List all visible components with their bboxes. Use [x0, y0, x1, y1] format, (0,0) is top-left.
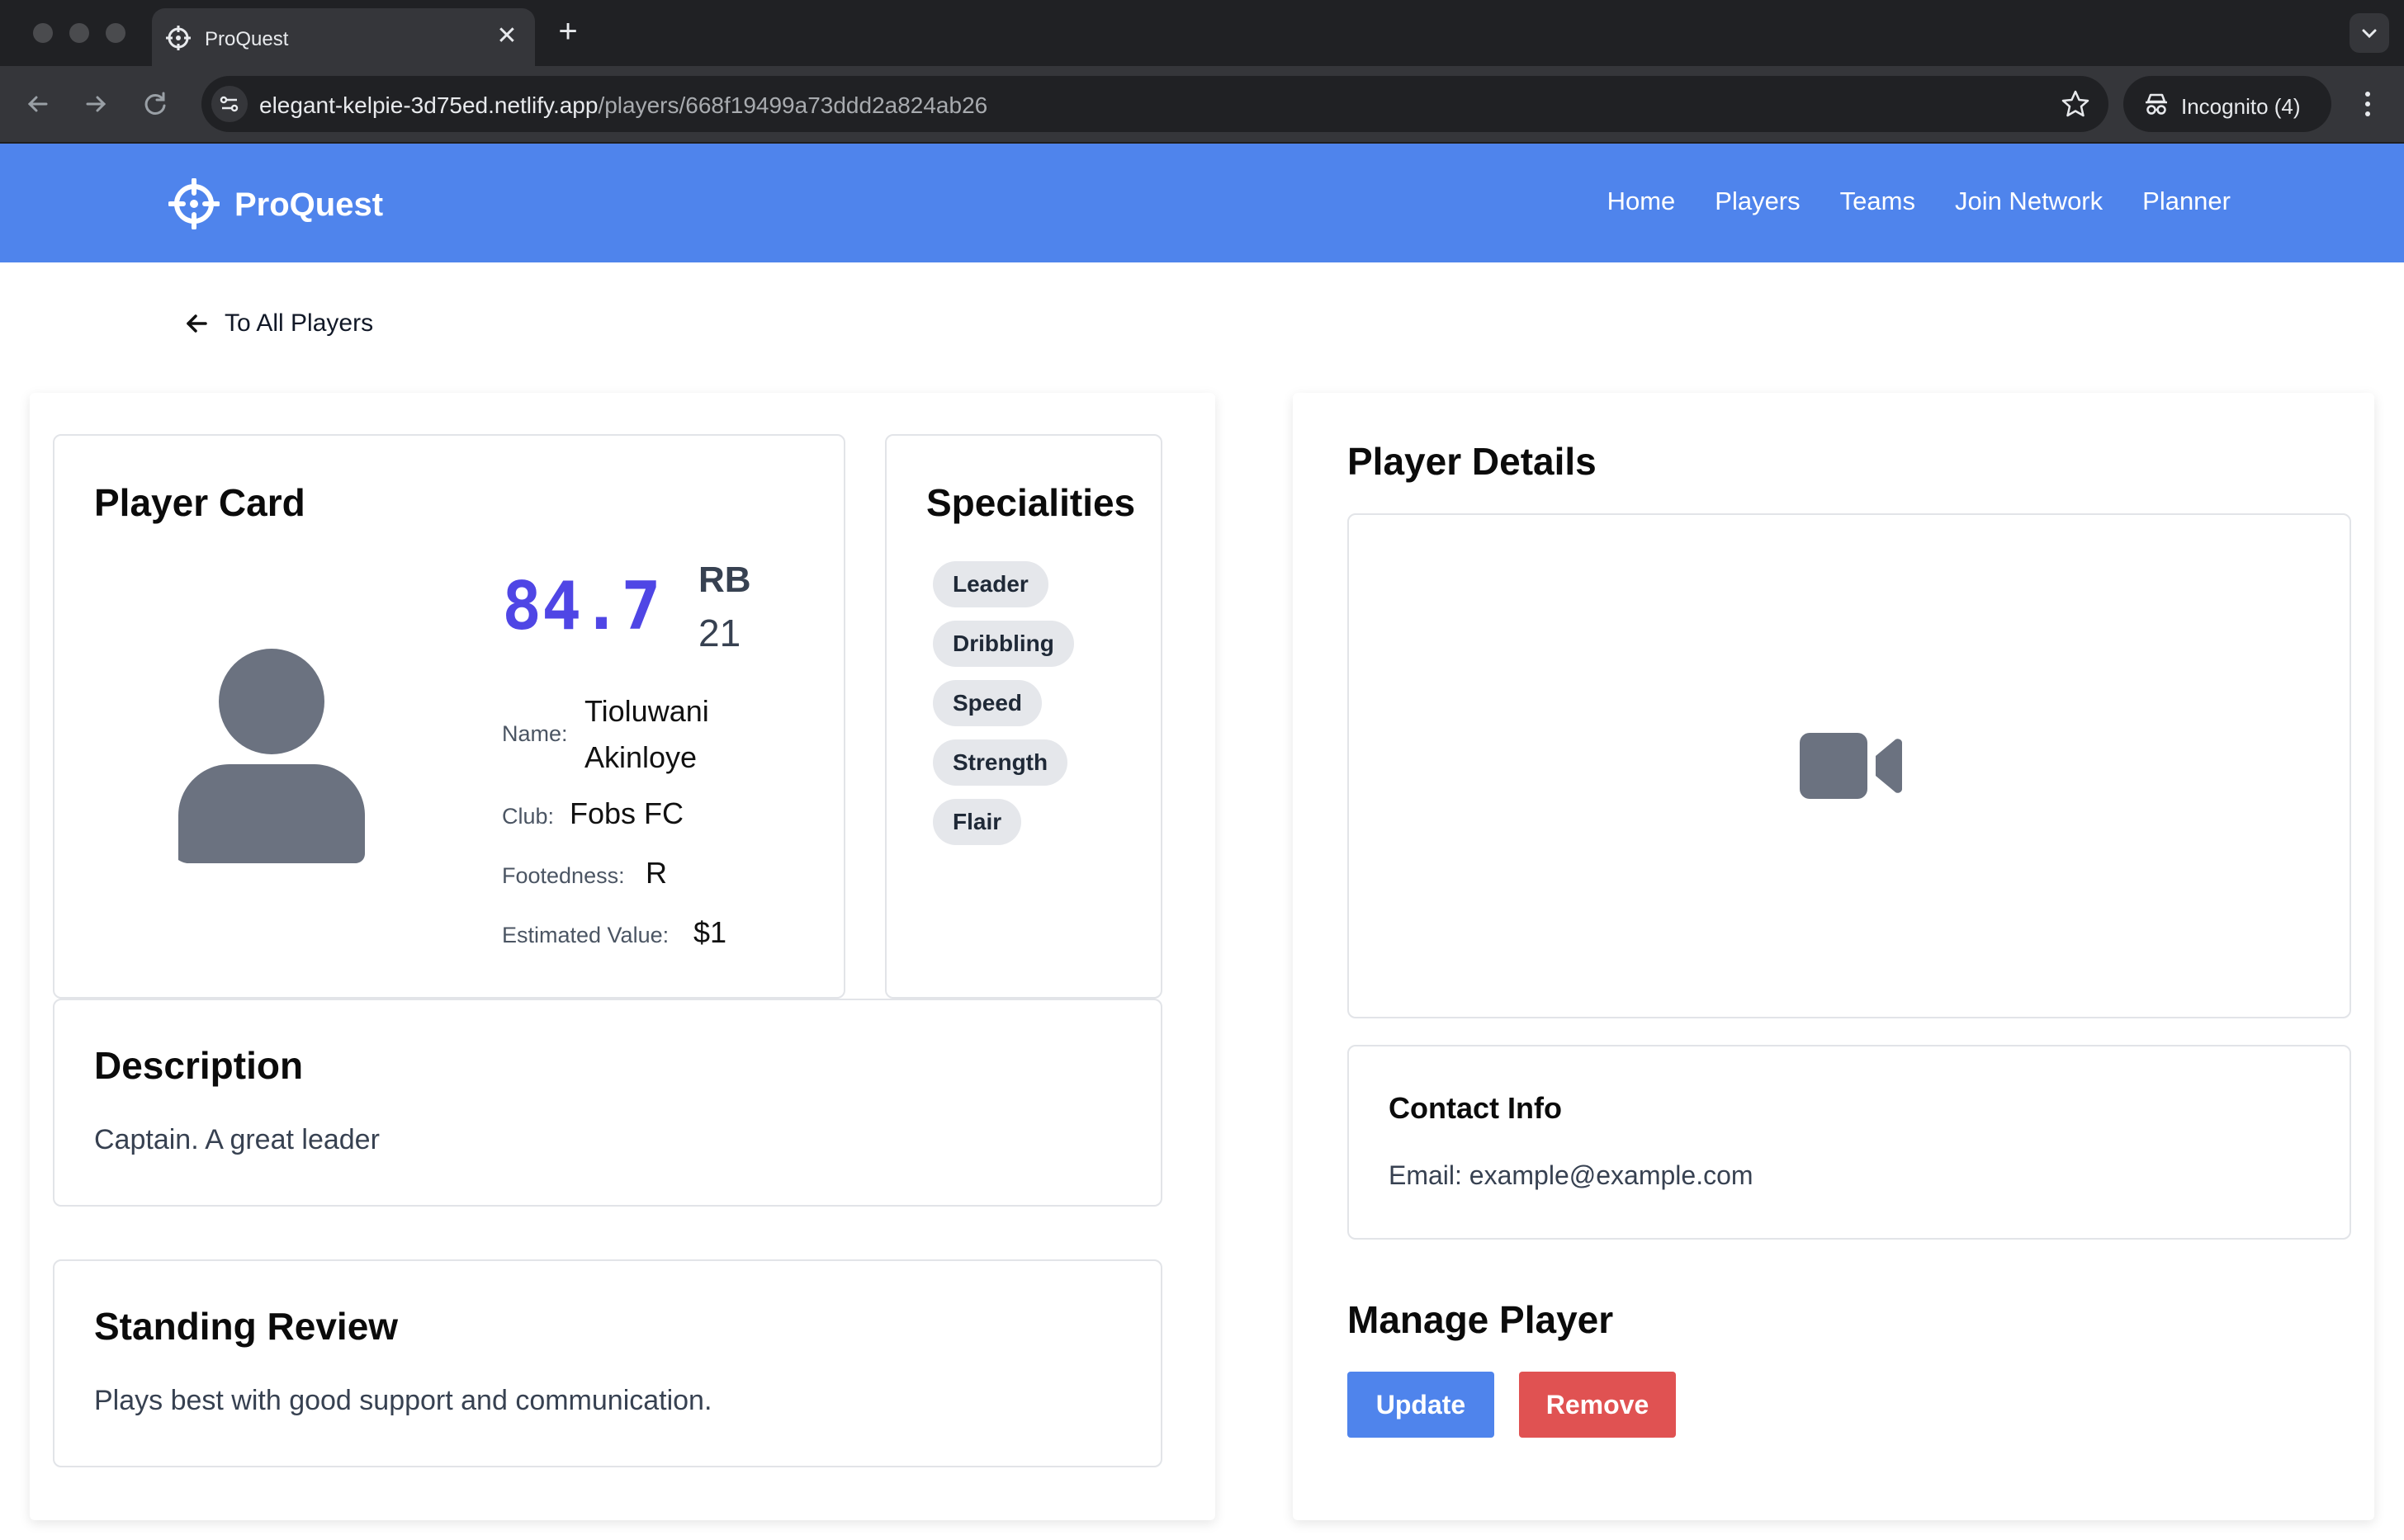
browser-tab[interactable]: ProQuest ✕	[152, 8, 535, 66]
bookmark-star-icon[interactable]	[2059, 87, 2092, 120]
browser-toolbar: elegant-kelpie-3d75ed.netlify.app/player…	[0, 66, 2404, 144]
remove-button[interactable]: Remove	[1519, 1372, 1676, 1438]
update-button[interactable]: Update	[1347, 1372, 1494, 1438]
new-tab-button[interactable]: +	[551, 15, 584, 48]
contact-info-title: Contact Info	[1389, 1091, 1562, 1125]
player-rating: 84.7	[502, 568, 661, 645]
description-text: Captain. A great leader	[94, 1124, 380, 1155]
standing-review-card: Standing Review Plays best with good sup…	[53, 1259, 1162, 1467]
nav-link-join-network[interactable]: Join Network	[1955, 187, 2103, 216]
standing-review-text: Plays best with good support and communi…	[94, 1385, 712, 1416]
tab-title: ProQuest	[205, 28, 289, 50]
chevron-down-icon	[2362, 29, 2377, 39]
crosshair-icon	[166, 26, 191, 50]
player-card-title: Player Card	[94, 481, 305, 524]
url-host: elegant-kelpie-3d75ed.netlify.app	[259, 92, 599, 118]
video-camera-icon	[1800, 733, 1902, 799]
forward-arrow-icon[interactable]	[78, 86, 114, 122]
reload-icon[interactable]	[137, 86, 173, 122]
speciality-chip: Dribbling	[933, 621, 1074, 667]
window-minimize-dot[interactable]	[69, 23, 89, 43]
description-title: Description	[94, 1044, 304, 1087]
club-label: Club:	[502, 804, 555, 829]
name-value-last: Akinloye	[584, 740, 698, 774]
standing-review-title: Standing Review	[94, 1305, 399, 1348]
site-info-button[interactable]	[211, 86, 248, 122]
tab-close-icon[interactable]: ✕	[490, 20, 523, 53]
tune-icon	[220, 96, 239, 112]
name-label: Name:	[502, 721, 568, 746]
incognito-icon	[2146, 93, 2167, 115]
manage-player-title: Manage Player	[1347, 1298, 1614, 1341]
nav-link-players[interactable]: Players	[1715, 187, 1800, 216]
contact-info-card: Contact Info Email: example@example.com	[1347, 1045, 2351, 1240]
crosshair-logo-icon	[168, 178, 220, 229]
player-position: RB	[698, 560, 751, 600]
speciality-chip: Speed	[933, 680, 1043, 726]
user-avatar-icon	[178, 649, 365, 863]
estimated-value-label: Estimated Value:	[502, 923, 670, 947]
description-card: Description Captain. A great leader	[53, 999, 1162, 1207]
specialities-title: Specialities	[926, 481, 1136, 524]
address-bar[interactable]: elegant-kelpie-3d75ed.netlify.app/player…	[201, 76, 2108, 132]
url-text: elegant-kelpie-3d75ed.netlify.app/player…	[259, 92, 987, 119]
browser-chrome: ProQuest ✕ + elegant-kelpie-3d75ed.netli…	[0, 0, 2404, 144]
player-details-title: Player Details	[1347, 440, 1597, 483]
player-age: 21	[698, 612, 741, 654]
speciality-chip: Leader	[933, 561, 1048, 607]
speciality-chip: Strength	[933, 739, 1068, 786]
incognito-label: Incognito (4)	[2181, 94, 2301, 119]
back-link-label: To All Players	[225, 309, 374, 337]
club-value: Fobs FC	[570, 796, 684, 830]
more-menu-icon[interactable]	[2351, 83, 2384, 125]
window-close-dot[interactable]	[33, 23, 53, 43]
back-to-players-link[interactable]: To All Players	[183, 307, 373, 340]
arrow-left-icon	[187, 314, 207, 333]
footedness-value: R	[646, 856, 667, 890]
speciality-chip: Flair	[933, 799, 1022, 845]
player-card: Player Card 84.7 RB 21 Name: Tioluwani A…	[53, 434, 845, 999]
url-path: /players/668f19499a73ddd2a824ab26	[598, 92, 988, 118]
back-arrow-icon[interactable]	[20, 86, 56, 122]
video-placeholder[interactable]	[1347, 513, 2351, 1018]
estimated-value-value: $1	[693, 915, 727, 949]
window-zoom-dot[interactable]	[106, 23, 125, 43]
name-value-first: Tioluwani	[584, 694, 709, 728]
footedness-label: Footedness:	[502, 863, 625, 888]
specialities-card: Specialities Leader Dribbling Speed Stre…	[885, 434, 1162, 999]
nav-links: Home Players Teams Join Network Planner	[1607, 187, 2231, 216]
tab-search-button[interactable]	[2350, 13, 2389, 53]
incognito-indicator[interactable]: Incognito (4)	[2123, 76, 2331, 132]
site-navbar: ProQuest Home Players Teams Join Network…	[0, 144, 2404, 262]
nav-link-planner[interactable]: Planner	[2142, 187, 2231, 216]
brand-name: ProQuest	[234, 187, 384, 223]
tab-strip: ProQuest ✕ +	[0, 0, 2404, 66]
contact-email: Email: example@example.com	[1389, 1160, 1753, 1190]
nav-link-teams[interactable]: Teams	[1840, 187, 1915, 216]
nav-link-home[interactable]: Home	[1607, 187, 1676, 216]
